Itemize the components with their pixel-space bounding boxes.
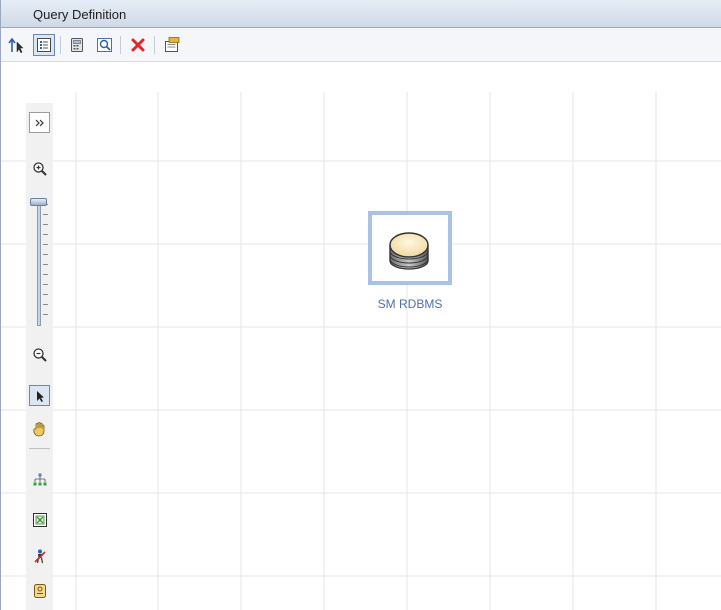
fit-to-window-icon xyxy=(32,512,47,527)
database-icon xyxy=(389,232,429,270)
sm-rdbms-node[interactable] xyxy=(368,211,452,285)
zoom-slider-ticks xyxy=(43,204,48,320)
zoom-out-icon xyxy=(32,347,47,362)
preview-icon xyxy=(97,38,112,52)
properties-list-button[interactable] xyxy=(33,34,55,56)
expand-button[interactable] xyxy=(29,112,50,133)
id-badge-icon xyxy=(33,583,46,598)
up-arrow-cursor-button[interactable] xyxy=(5,34,27,56)
canvas-tool-sidebar xyxy=(26,103,53,610)
up-arrow-cursor-icon xyxy=(8,37,24,54)
zoom-in-button[interactable] xyxy=(29,158,50,179)
preview-button[interactable] xyxy=(94,34,116,56)
zoom-out-button[interactable] xyxy=(29,344,50,365)
pan-hand-icon xyxy=(32,421,44,436)
pan-hand-button[interactable] xyxy=(29,418,50,439)
delete-icon xyxy=(131,38,145,52)
id-badge-button[interactable] xyxy=(29,580,50,601)
node-label: SM RDBMS xyxy=(377,297,443,311)
select-pointer-icon xyxy=(36,390,44,402)
select-pointer-button[interactable] xyxy=(29,385,50,406)
calculator-icon xyxy=(71,38,83,52)
hierarchy-layout-button[interactable] xyxy=(29,469,50,490)
edit-properties-icon xyxy=(165,37,180,52)
hierarchy-layout-icon xyxy=(33,473,46,485)
hide-person-button[interactable] xyxy=(29,545,50,566)
calculator-button[interactable] xyxy=(66,34,88,56)
query-canvas[interactable] xyxy=(1,62,721,610)
fit-to-window-button[interactable] xyxy=(29,509,50,530)
panel-title: Query Definition xyxy=(33,7,127,22)
properties-list-icon xyxy=(37,38,51,52)
panel-titlebar: Query Definition xyxy=(1,0,721,28)
edit-properties-button[interactable] xyxy=(161,34,183,56)
zoom-slider-track[interactable] xyxy=(37,200,41,326)
toolbar xyxy=(1,28,721,62)
zoom-slider-thumb[interactable] xyxy=(30,198,47,206)
delete-button[interactable] xyxy=(127,34,149,56)
hide-person-icon xyxy=(33,549,46,563)
canvas-grid xyxy=(1,92,721,610)
query-definition-panel: Query Definition SM RDBMS xyxy=(0,0,721,610)
zoom-in-icon xyxy=(32,161,47,176)
expand-icon xyxy=(35,119,44,126)
